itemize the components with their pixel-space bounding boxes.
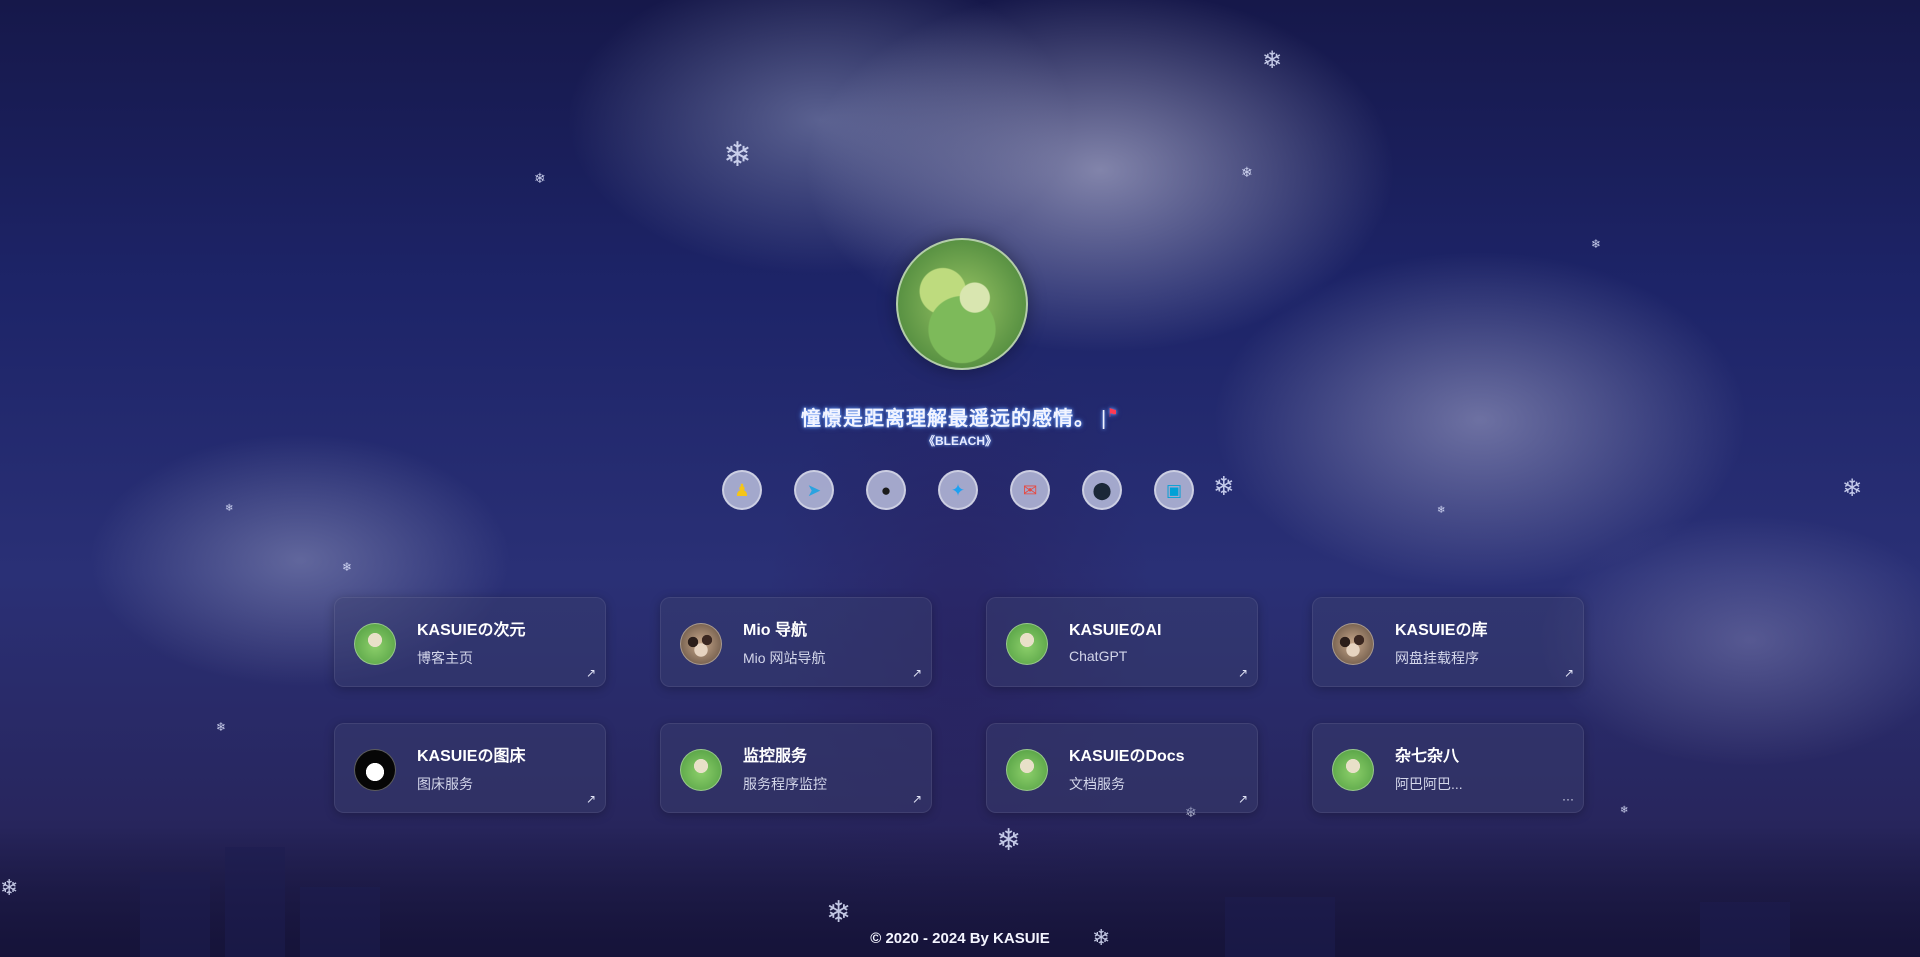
bilibili-link-button[interactable]: ▣ — [1154, 470, 1194, 510]
snowflake-icon: ❄ — [225, 503, 234, 514]
snowflake-icon: ❄ — [1620, 805, 1629, 816]
external-link-icon: ↗ — [585, 792, 596, 806]
bilibili-icon: ▣ — [1165, 480, 1183, 500]
email-link-button[interactable]: ✉ — [1010, 470, 1050, 510]
github-icon: ● — [880, 480, 892, 500]
social-links: ♟ ➤ ● ✦ ✉ ⬤ ▣ — [722, 470, 1194, 510]
card-title: KASUIEのDocs — [1069, 748, 1185, 765]
card-subtitle: 网盘挂载程序 — [1395, 650, 1479, 666]
snowflake-icon: ❄ — [723, 135, 752, 175]
card-avatar-icon — [680, 623, 722, 665]
snowflake-icon: ❄ — [1591, 237, 1602, 251]
snowflake-icon: ❄ — [534, 171, 546, 187]
card-avatar-icon — [354, 623, 396, 665]
card-subtitle: 服务程序监控 — [743, 776, 827, 792]
qq-link-button[interactable]: ♟ — [722, 470, 762, 510]
snowflake-icon: ❄ — [1262, 46, 1283, 74]
card-title: 杂七杂八 — [1395, 748, 1460, 765]
snowflake-icon: ❄ — [996, 823, 1022, 858]
motto-line: 憧憬是距离理解最遥远的感情。 |⚑ — [0, 402, 1920, 431]
email-icon: ✉ — [1022, 480, 1038, 500]
external-link-icon: ↗ — [1237, 792, 1248, 806]
snowflake-icon: ❄ — [1241, 165, 1253, 181]
qq-icon: ♟ — [734, 480, 750, 500]
snowflake-icon: ❄ — [216, 720, 227, 734]
link-card-docs[interactable]: KASUIEのDocs 文档服务 ↗ — [986, 723, 1258, 813]
card-title: Mio 导航 — [743, 622, 807, 639]
link-card-image-host[interactable]: KASUIEの图床 图床服务 ↗ — [334, 723, 606, 813]
snowflake-icon: ❄ — [342, 560, 353, 574]
card-title: 监控服务 — [743, 748, 808, 765]
link-card-grid: KASUIEの次元 博客主页 ↗ Mio 导航 Mio 网站导航 ↗ KASUI… — [334, 597, 1584, 813]
external-link-icon: ↗ — [1237, 666, 1248, 680]
external-link-icon: ↗ — [585, 666, 596, 680]
card-avatar-icon — [1332, 749, 1374, 791]
snowflake-icon: ❄ — [1437, 505, 1446, 516]
external-link-icon: ↗ — [911, 666, 922, 680]
steam-icon: ⬤ — [1092, 480, 1112, 500]
card-avatar-icon — [354, 749, 396, 791]
link-card-monitor[interactable]: 监控服务 服务程序监控 ↗ — [660, 723, 932, 813]
card-avatar-icon — [1332, 623, 1374, 665]
card-avatar-icon — [680, 749, 722, 791]
snowflake-icon: ❄ — [1842, 474, 1863, 502]
external-link-icon: ↗ — [1563, 666, 1574, 680]
card-avatar-icon — [1006, 623, 1048, 665]
snowflake-icon: ❄ — [0, 876, 19, 901]
card-subtitle: 图床服务 — [417, 776, 473, 792]
telegram-link-button[interactable]: ➤ — [794, 470, 834, 510]
link-card-mio-nav[interactable]: Mio 导航 Mio 网站导航 ↗ — [660, 597, 932, 687]
profile-avatar[interactable] — [896, 238, 1028, 370]
github-link-button[interactable]: ● — [866, 470, 906, 510]
card-avatar-icon — [1006, 749, 1048, 791]
twitter-icon: ✦ — [950, 480, 966, 500]
snowflake-icon: ❄ — [1213, 472, 1235, 502]
link-card-misc[interactable]: 杂七杂八 阿巴阿巴... ··· — [1312, 723, 1584, 813]
more-icon: ··· — [1562, 792, 1574, 806]
card-subtitle: 阿巴阿巴... — [1395, 776, 1463, 792]
footer-copyright: © 2020 - 2024 By KASUIE — [870, 930, 1050, 947]
card-title: KASUIEのAI — [1069, 622, 1162, 639]
external-link-icon: ↗ — [911, 792, 922, 806]
card-subtitle: Mio 网站导航 — [743, 650, 826, 666]
twitter-link-button[interactable]: ✦ — [938, 470, 978, 510]
snowflake-icon: ❄ — [826, 895, 852, 930]
card-title: KASUIEの图床 — [417, 748, 526, 765]
steam-link-button[interactable]: ⬤ — [1082, 470, 1122, 510]
building — [1225, 897, 1335, 957]
card-subtitle: 博客主页 — [417, 650, 473, 666]
link-card-blog[interactable]: KASUIEの次元 博客主页 ↗ — [334, 597, 606, 687]
card-subtitle: ChatGPT — [1069, 648, 1128, 664]
motto-source: 《BLEACH》 — [923, 434, 997, 448]
card-title: KASUIEの次元 — [417, 622, 526, 639]
card-title: KASUIEの库 — [1395, 622, 1488, 639]
link-card-ai[interactable]: KASUIEのAI ChatGPT ↗ — [986, 597, 1258, 687]
card-subtitle: 文档服务 — [1069, 776, 1125, 792]
telegram-icon: ➤ — [806, 480, 822, 500]
motto-text: 憧憬是距离理解最遥远的感情。 — [801, 408, 1096, 430]
link-card-library[interactable]: KASUIEの库 网盘挂载程序 ↗ — [1312, 597, 1584, 687]
flag-icon: ⚑ — [1107, 406, 1119, 420]
